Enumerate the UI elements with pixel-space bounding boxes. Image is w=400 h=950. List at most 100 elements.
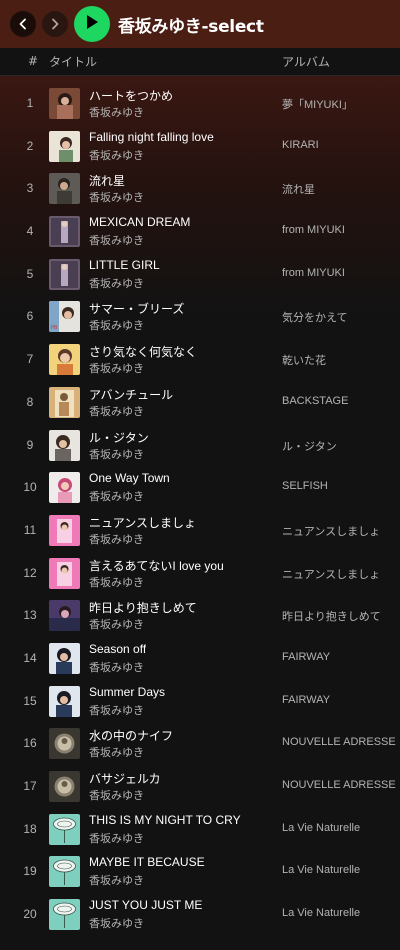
- track-artist[interactable]: 香坂みゆき: [89, 275, 144, 291]
- forward-button[interactable]: [42, 11, 68, 37]
- track-artist[interactable]: 香坂みゆき: [89, 702, 144, 718]
- track-artist[interactable]: 香坂みゆき: [89, 104, 144, 120]
- track-row[interactable]: 17 バサジェルカ 香坂みゆき NOUVELLE ADRESSE: [0, 766, 400, 809]
- track-album[interactable]: ニュアンスしましょ: [282, 566, 380, 582]
- track-artist[interactable]: 香坂みゆき: [89, 787, 144, 803]
- track-album[interactable]: 流れ星: [282, 181, 315, 197]
- track-title[interactable]: 昨日より抱きしめて: [89, 599, 197, 616]
- track-title[interactable]: Summer Days: [89, 685, 165, 699]
- track-artist[interactable]: 香坂みゆき: [89, 446, 144, 462]
- track-row[interactable]: 8 アバンチュール 香坂みゆき BACKSTAGE: [0, 382, 400, 425]
- track-title[interactable]: JUST YOU JUST ME: [89, 898, 202, 912]
- track-title[interactable]: 言えるあてないI love you: [89, 557, 224, 574]
- album-cover: [49, 344, 80, 376]
- track-artist[interactable]: 香坂みゆき: [89, 915, 144, 931]
- album-cover: [49, 130, 80, 162]
- track-number: 3: [26, 181, 34, 196]
- album-cover: [49, 429, 80, 461]
- chevron-left-icon: [17, 18, 29, 30]
- track-row[interactable]: 10 One Way Town 香坂みゆき SELFISH: [0, 467, 400, 510]
- track-artist[interactable]: 香坂みゆき: [89, 531, 144, 547]
- track-title[interactable]: THIS IS MY NIGHT TO CRY: [89, 813, 241, 827]
- column-header-album[interactable]: アルバム: [282, 53, 330, 70]
- track-album[interactable]: La Vie Naturelle: [282, 907, 360, 919]
- track-artist[interactable]: 香坂みゆき: [89, 488, 144, 504]
- track-artist[interactable]: 香坂みゆき: [89, 830, 144, 846]
- column-header-title[interactable]: タイトル: [49, 53, 97, 70]
- track-title[interactable]: アバンチュール: [89, 386, 173, 403]
- track-row[interactable]: 5 LITTLE GIRL 香坂みゆき from MIYUKI: [0, 254, 400, 297]
- track-artist[interactable]: 香坂みゆき: [89, 616, 144, 632]
- track-album[interactable]: KIRARI: [282, 139, 319, 151]
- track-album[interactable]: BACKSTAGE: [282, 395, 348, 407]
- track-row[interactable]: 20 JUST YOU JUST ME 香坂みゆき La Vie Naturelle: [0, 894, 400, 937]
- track-artist[interactable]: 香坂みゆき: [89, 659, 144, 675]
- track-number: 8: [26, 394, 34, 409]
- track-artist[interactable]: 香坂みゆき: [89, 872, 144, 888]
- track-album[interactable]: from MIYUKI: [282, 224, 345, 236]
- track-title[interactable]: One Way Town: [89, 471, 170, 485]
- track-row[interactable]: 7 さり気なく何気なく 香坂みゆき 乾いた花: [0, 339, 400, 382]
- track-artist[interactable]: 香坂みゆき: [89, 360, 144, 376]
- column-header-number[interactable]: #: [28, 54, 38, 68]
- track-album[interactable]: La Vie Naturelle: [282, 822, 360, 834]
- play-button[interactable]: [74, 6, 110, 42]
- track-artist[interactable]: 香坂みゆき: [89, 403, 144, 419]
- back-button[interactable]: [10, 11, 36, 37]
- album-cover: [49, 514, 80, 546]
- track-artist[interactable]: 香坂みゆき: [89, 232, 144, 248]
- track-title[interactable]: 水の中のナイフ: [89, 727, 173, 744]
- track-title[interactable]: MEXICAN DREAM: [89, 215, 190, 229]
- track-album[interactable]: ニュアンスしましょ: [282, 523, 380, 539]
- track-album[interactable]: 昨日より抱きしめて: [282, 608, 381, 624]
- track-title[interactable]: MAYBE IT BECAUSE: [89, 855, 205, 869]
- track-row[interactable]: 9 ル・ジタン 香坂みゆき ル・ジタン: [0, 425, 400, 468]
- track-title[interactable]: さり気なく何気なく: [89, 343, 197, 360]
- track-artist[interactable]: 香坂みゆき: [89, 317, 144, 333]
- track-number: 4: [26, 224, 34, 239]
- track-row[interactable]: 11 ニュアンスしましょ 香坂みゆき ニュアンスしましょ: [0, 510, 400, 553]
- track-album[interactable]: NOUVELLE ADRESSE: [282, 736, 396, 748]
- track-artist[interactable]: 香坂みゆき: [89, 574, 144, 590]
- track-row[interactable]: 15 Summer Days 香坂みゆき FAIRWAY: [0, 681, 400, 724]
- track-title[interactable]: Falling night falling love: [89, 130, 214, 144]
- play-icon: [85, 14, 99, 34]
- track-title[interactable]: 流れ星: [89, 172, 125, 189]
- track-album[interactable]: NOUVELLE ADRESSE: [282, 779, 396, 791]
- track-row[interactable]: 3 流れ星 香坂みゆき 流れ星: [0, 168, 400, 211]
- track-row[interactable]: 2 Falling night falling love 香坂みゆき KIRARI: [0, 126, 400, 169]
- track-artist[interactable]: 香坂みゆき: [89, 147, 144, 163]
- track-title[interactable]: ハートをつかめ: [89, 87, 173, 104]
- track-album[interactable]: ル・ジタン: [282, 438, 337, 454]
- album-cover: [49, 856, 80, 888]
- track-number: 1: [26, 96, 34, 110]
- track-album[interactable]: 気分をかえて: [282, 309, 347, 325]
- track-title[interactable]: バサジェルカ: [89, 770, 161, 787]
- track-artist[interactable]: 香坂みゆき: [89, 744, 144, 760]
- track-row[interactable]: 6 PB サマー・ブリーズ 香坂みゆき 気分をかえて: [0, 296, 400, 339]
- track-row[interactable]: 18 THIS IS MY NIGHT TO CRY 香坂みゆき La Vie Nat…: [0, 809, 400, 852]
- track-album[interactable]: from MIYUKI: [282, 267, 345, 279]
- track-row[interactable]: 1 ハートをつかめ 香坂みゆき 夢「MIYUKI」: [0, 83, 400, 126]
- track-title[interactable]: Season off: [89, 642, 146, 656]
- track-album[interactable]: FAIRWAY: [282, 694, 330, 706]
- track-row[interactable]: 19 MAYBE IT BECAUSE 香坂みゆき La Vie Naturelle: [0, 851, 400, 894]
- track-row[interactable]: 16 水の中のナイフ 香坂みゆき NOUVELLE ADRESSE: [0, 723, 400, 766]
- track-title[interactable]: LITTLE GIRL: [89, 258, 160, 272]
- track-title[interactable]: ニュアンスしましょ: [89, 514, 196, 531]
- track-title[interactable]: サマー・ブリーズ: [89, 300, 184, 317]
- track-title[interactable]: ル・ジタン: [89, 429, 149, 446]
- track-album[interactable]: 乾いた花: [282, 352, 326, 368]
- track-row[interactable]: 13 昨日より抱きしめて 香坂みゆき 昨日より抱きしめて: [0, 595, 400, 638]
- track-album[interactable]: La Vie Naturelle: [282, 864, 360, 876]
- track-artist[interactable]: 香坂みゆき: [89, 189, 144, 205]
- track-row[interactable]: 4 MEXICAN DREAM 香坂みゆき from MIYUKI: [0, 211, 400, 254]
- track-album[interactable]: 夢「MIYUKI」: [282, 96, 353, 112]
- track-album[interactable]: SELFISH: [282, 480, 328, 492]
- album-cover: [49, 258, 80, 290]
- chevron-right-icon: [49, 18, 61, 30]
- track-row[interactable]: 12 言えるあてないI love you 香坂みゆき ニュアンスしましょ: [0, 553, 400, 596]
- track-number: 14: [23, 650, 37, 665]
- track-album[interactable]: FAIRWAY: [282, 651, 330, 663]
- track-row[interactable]: 14 Season off 香坂みゆき FAIRWAY: [0, 638, 400, 681]
